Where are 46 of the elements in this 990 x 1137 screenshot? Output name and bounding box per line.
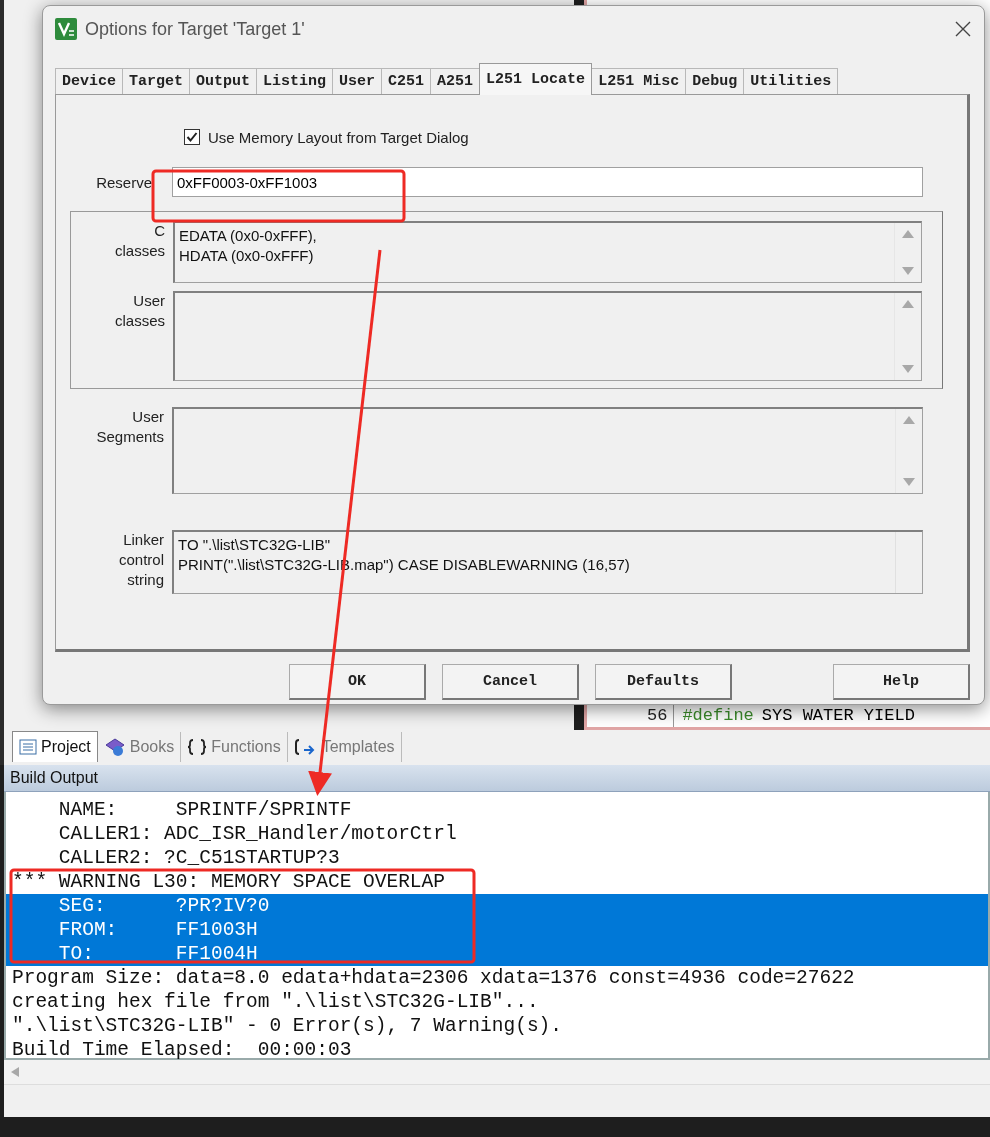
output-line: Build Time Elapsed: 00:00:03 (11, 1038, 353, 1062)
scroll-down-icon[interactable] (901, 266, 915, 276)
scroll-down-icon[interactable] (902, 477, 916, 487)
checkbox[interactable] (184, 129, 200, 145)
scroll-down-icon[interactable] (901, 364, 915, 374)
output-line: creating hex file from ".\list\STC32G-LIB"... (11, 990, 540, 1014)
field-label: User Segments (96, 407, 164, 447)
project-icon (19, 738, 37, 756)
output-line: *** WARNING L30: MEMORY SPACE OVERLAP (11, 870, 446, 894)
text-line: EDATA (0x0-0xFFF), (179, 226, 318, 246)
books-icon (103, 737, 126, 757)
scroll-up-icon[interactable] (901, 299, 915, 309)
dialog-button[interactable]: OK (289, 664, 426, 700)
checkbox-label: Use Memory Layout from Target Dialog (208, 128, 469, 146)
field-label: Reserve (95, 173, 152, 191)
text-line: HDATA (0x0-0xFFF) (179, 246, 315, 266)
scroll-left-icon[interactable] (10, 1066, 20, 1078)
reserve-field[interactable]: 0xFF0003-0xFF1003 (172, 167, 923, 197)
panel-title: Build Output (4, 765, 990, 792)
dialog-button[interactable]: Defaults (595, 664, 732, 700)
field-label: User classes (115, 291, 165, 331)
tab[interactable]: L251 Locate (479, 63, 593, 95)
text-area[interactable] (172, 407, 923, 494)
text-area[interactable]: EDATA (0x0-0xFFF), HDATA (0x0-0xFFF) (173, 221, 922, 283)
field-label: Linker control string (119, 530, 164, 590)
output-line: NAME: SPRINTF/SPRINTF (57, 798, 353, 822)
field-label: C classes (114, 221, 165, 261)
scroll-up-icon[interactable] (902, 415, 916, 425)
code-text: SYS WATER YIELD (761, 705, 915, 727)
output-line: CALLER1: ADC_ISR_Handler/motorCtrl (57, 822, 458, 846)
output-line: ".\list\STC32G-LIB" - 0 Error(s), 7 Warning(s). (11, 1014, 563, 1038)
output-line: Program Size: data=8.0 edata+hdata=2306 xdata=1376 const=4936 code=27622 (11, 966, 856, 990)
output-line: CALLER2: ?C_C51STARTUP?3 (57, 846, 341, 870)
tab[interactable]: Device (55, 68, 123, 94)
close-icon[interactable] (954, 20, 972, 38)
dialog-button[interactable]: Cancel (442, 664, 579, 700)
window-title: Options for Target 'Target 1' (85, 18, 306, 40)
dialog-button[interactable]: Help (833, 664, 970, 700)
text-area[interactable] (173, 291, 922, 381)
app-logo-icon (55, 18, 77, 40)
braces-icon (187, 738, 208, 756)
scroll-up-icon[interactable] (901, 229, 915, 239)
panel-tab[interactable]: Project (12, 731, 98, 762)
tab[interactable]: Utilities (743, 68, 839, 94)
text-line: TO ".\list\STC32G-LIB" (178, 535, 332, 555)
code-keyword: #define (682, 705, 754, 727)
